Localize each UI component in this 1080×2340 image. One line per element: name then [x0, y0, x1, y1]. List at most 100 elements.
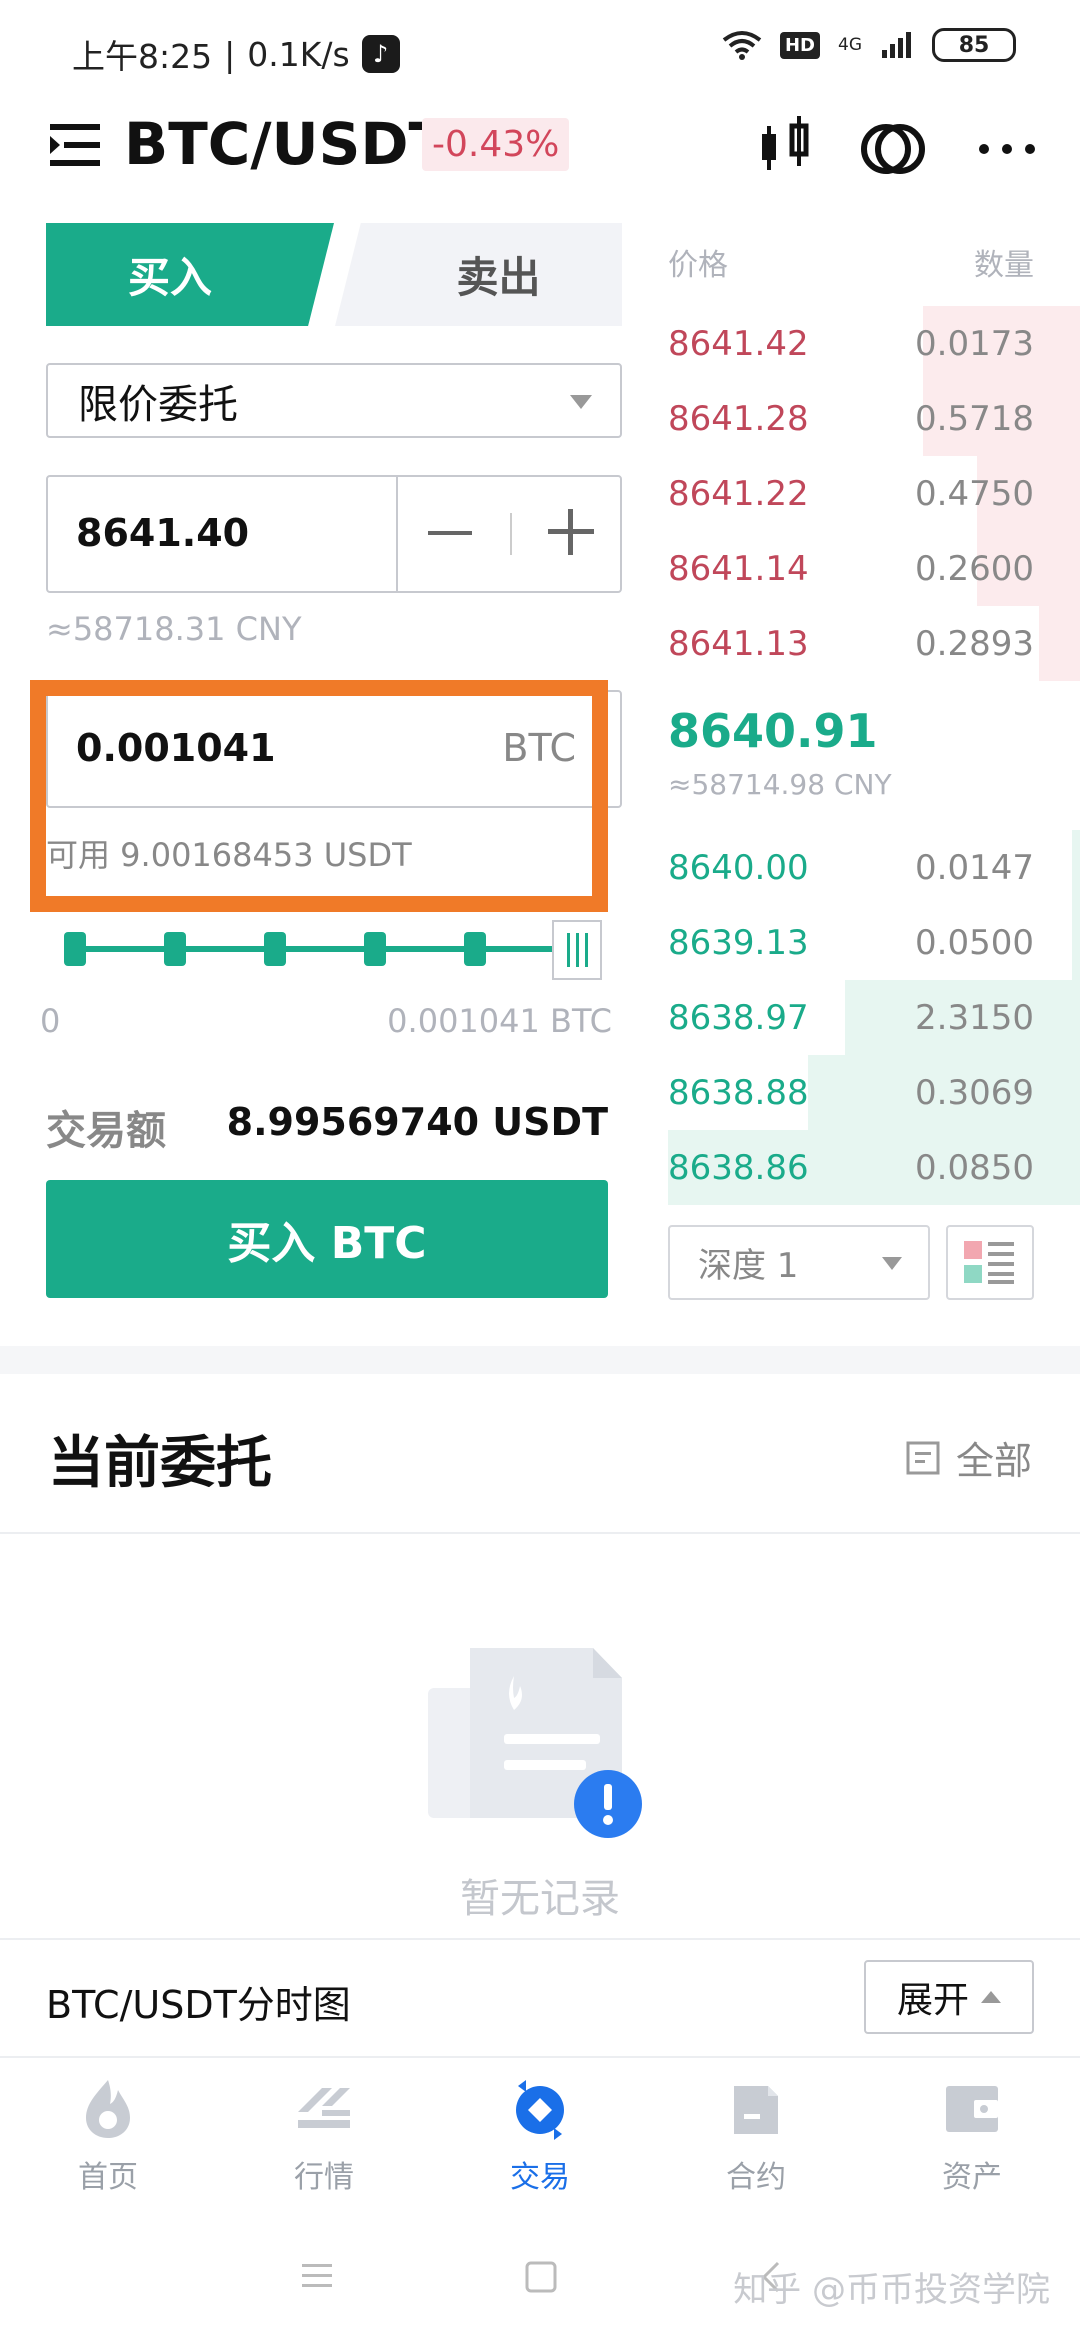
recents-icon[interactable] [300, 2260, 336, 2290]
amount-slider[interactable] [56, 920, 606, 984]
nav-label: 首页 [78, 2160, 138, 2195]
list-icon [906, 1441, 940, 1474]
bid-qty: 0.0147 [915, 848, 1034, 888]
depth-select[interactable]: 深度 1 [668, 1225, 930, 1300]
all-orders-link[interactable]: 全部 [906, 1430, 1032, 1485]
nav-label: 交易 [510, 2160, 570, 2195]
all-orders-label: 全部 [955, 1439, 1032, 1483]
minus-icon[interactable] [428, 531, 472, 535]
orderbook-price-header: 价格 [668, 248, 728, 283]
bid-depth-bar [1071, 905, 1080, 980]
trade-icon [516, 2080, 564, 2140]
highlight-box [30, 680, 608, 912]
nav-home[interactable]: 首页 [0, 2058, 216, 2212]
ask-price: 8641.28 [668, 399, 809, 439]
orderbook-layout-button[interactable] [946, 1225, 1034, 1300]
bid-row[interactable]: 8639.13 0.0500 [668, 905, 1080, 980]
bid-qty: 2.3150 [915, 998, 1034, 1038]
last-price-cny: ≈58714.98 CNY [668, 768, 892, 801]
nav-label: 行情 [294, 2160, 354, 2195]
status-left: 上午8:25 | 0.1K/s ♪ [72, 30, 400, 78]
ask-price: 8641.42 [668, 324, 809, 364]
ask-price: 8641.13 [668, 624, 809, 664]
nav-market[interactable]: 行情 [216, 2058, 432, 2212]
wifi-icon [722, 31, 762, 60]
bid-row[interactable]: 8638.97 2.3150 [668, 980, 1080, 1055]
market-icon [298, 2088, 350, 2128]
bottom-nav: 首页 行情 交易 合约 资产 [0, 2056, 1080, 2212]
price-cny-hint: ≈58718.31 CNY [46, 610, 302, 648]
home-icon[interactable] [524, 2260, 558, 2294]
ask-depth-bar [1038, 606, 1080, 681]
more-icon[interactable] [972, 114, 1042, 184]
bid-price: 8640.00 [668, 848, 809, 888]
bid-qty: 0.0850 [915, 1148, 1034, 1188]
bid-row[interactable]: 8640.00 0.0147 [668, 830, 1080, 905]
current-orders-title: 当前委托 [48, 1431, 272, 1496]
bid-row[interactable]: 8638.86 0.0850 [668, 1130, 1080, 1205]
layout-icon [964, 1241, 1014, 1284]
menu-icon[interactable] [50, 120, 102, 170]
price-input[interactable]: 8641.40 [46, 475, 622, 593]
ask-price: 8641.22 [668, 474, 809, 514]
depth-label: 深度 1 [698, 1246, 799, 1286]
trade-amount-value: 8.99569740 USDT [226, 1100, 608, 1144]
expand-label: 展开 [896, 1980, 969, 2021]
status-bar: 上午8:25 | 0.1K/s ♪ HD 4G 85 [0, 0, 1080, 100]
order-type-select[interactable]: 限价委托 [46, 363, 622, 438]
slider-min: 0 [40, 1002, 61, 1040]
network-type: 4G [838, 35, 862, 55]
status-time: 上午8:25 [72, 37, 213, 76]
slider-step-75[interactable] [364, 932, 386, 966]
ask-qty: 0.4750 [915, 474, 1034, 514]
ask-row[interactable]: 8641.14 0.2600 [668, 531, 1080, 606]
bid-price: 8638.86 [668, 1148, 809, 1188]
caret-down-icon [882, 1257, 902, 1270]
nav-trade[interactable]: 交易 [432, 2058, 648, 2212]
bid-price: 8638.88 [668, 1073, 809, 1113]
flame-icon [86, 2080, 130, 2138]
tiktok-icon: ♪ [361, 35, 400, 73]
watermark: 知乎 @币币投资学院 [733, 2270, 1050, 2310]
battery-indicator: 85 [932, 28, 1016, 62]
tab-buy[interactable]: 买入 [46, 223, 334, 326]
ask-row[interactable]: 8641.28 0.5718 [668, 381, 1080, 456]
orderbook-qty-header: 数量 [974, 248, 1034, 283]
status-speed: 0.1K/s [247, 34, 350, 74]
nav-assets[interactable]: 资产 [864, 2058, 1080, 2212]
price-value[interactable]: 8641.40 [76, 511, 249, 555]
nav-label: 合约 [726, 2160, 786, 2195]
bid-price: 8639.13 [668, 923, 809, 963]
slider-step-100[interactable] [464, 932, 486, 966]
leverage-icon[interactable] [858, 114, 928, 184]
empty-document-icon [428, 1648, 642, 1838]
slider-step-25[interactable] [164, 932, 186, 966]
bid-depth-bar [1071, 830, 1080, 905]
plus-icon[interactable] [546, 507, 596, 557]
ask-qty: 0.5718 [915, 399, 1034, 439]
buy-btc-button[interactable]: 买入 BTC [46, 1180, 608, 1298]
chart-collapse-bar[interactable]: BTC/USDT分时图 展开 [0, 1938, 1080, 2054]
last-price[interactable]: 8640.91 [668, 704, 878, 758]
caret-up-icon [981, 1991, 1001, 2003]
caret-down-icon [570, 395, 592, 409]
ask-row[interactable]: 8641.42 0.0173 [668, 306, 1080, 381]
slider-handle[interactable] [552, 920, 602, 980]
slider-step-50[interactable] [264, 932, 286, 966]
status-right: HD 4G 85 [722, 28, 1016, 62]
hd-badge: HD [779, 31, 820, 59]
tab-sell[interactable]: 卖出 [335, 223, 622, 326]
order-type-label: 限价委托 [78, 381, 238, 428]
nav-contract[interactable]: 合约 [648, 2058, 864, 2212]
slider-step-0[interactable] [64, 932, 86, 966]
bid-qty: 0.3069 [915, 1073, 1034, 1113]
contract-icon [734, 2086, 778, 2134]
ask-row[interactable]: 8641.22 0.4750 [668, 456, 1080, 531]
bid-row[interactable]: 8638.88 0.3069 [668, 1055, 1080, 1130]
ask-qty: 0.2893 [915, 624, 1034, 664]
bid-qty: 0.0500 [915, 923, 1034, 963]
pair-title[interactable]: BTC/USDT [124, 110, 448, 178]
expand-button[interactable]: 展开 [864, 1960, 1034, 2034]
candlestick-icon[interactable] [752, 114, 822, 184]
ask-row[interactable]: 8641.13 0.2893 [668, 606, 1080, 681]
